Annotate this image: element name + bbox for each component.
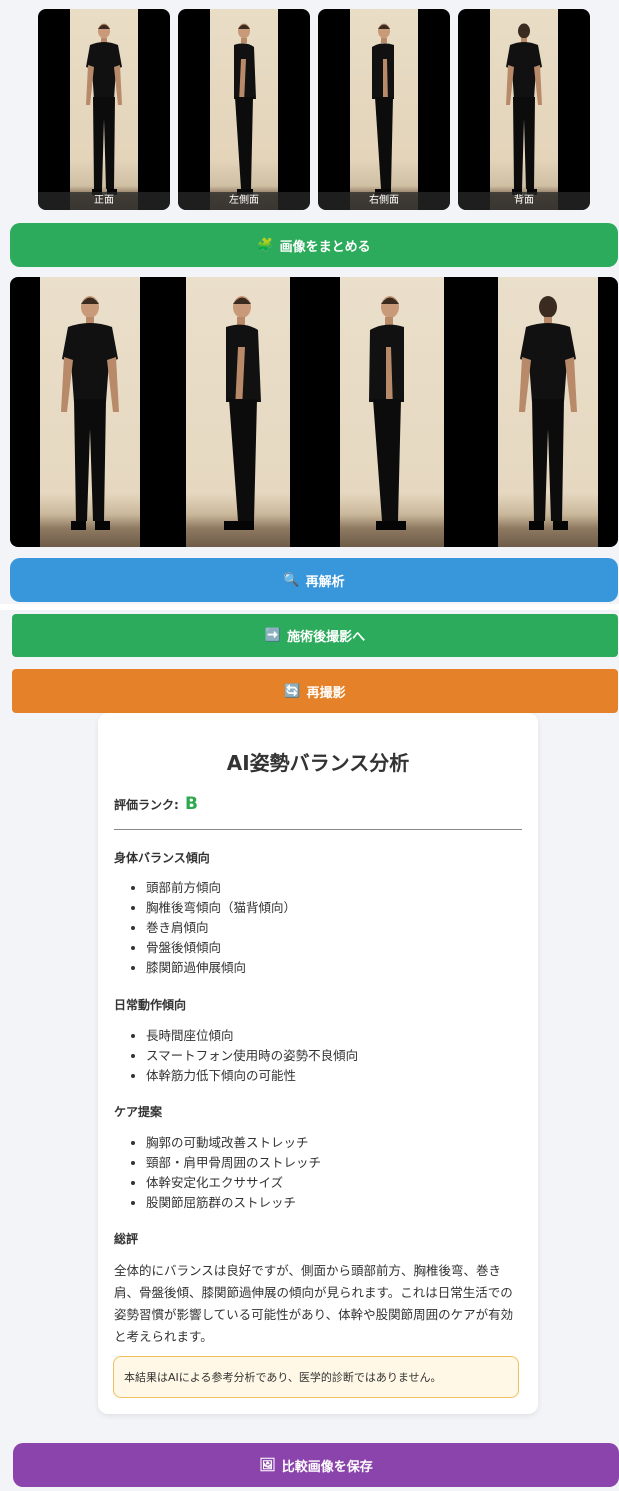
list-item: 体幹安定化エクササイズ <box>146 1173 321 1193</box>
puzzle-icon: 🧩 <box>257 237 274 253</box>
rank-row: 評価ランク: B <box>114 794 198 814</box>
daily-heading: 日常動作傾向 <box>114 998 187 1012</box>
person-back-figure <box>519 296 577 530</box>
care-list: 胸郭の可動域改善ストレッチ 頸部・肩甲骨周囲のストレッチ 体幹安定化エクササイズ… <box>114 1133 321 1213</box>
search-icon: 🔍 <box>283 572 300 588</box>
thumbnail-right-side[interactable]: 右側面 <box>318 9 450 210</box>
combined-panel-front <box>40 277 140 547</box>
person-right-figure <box>369 296 406 530</box>
analysis-title: AI姿勢バランス分析 <box>226 751 410 775</box>
thumbnail-left-side[interactable]: 左側面 <box>178 9 310 210</box>
person-front-figure <box>86 23 122 195</box>
list-item: 胸郭の可動域改善ストレッチ <box>146 1133 321 1153</box>
summary-heading: 総評 <box>114 1232 139 1246</box>
person-right-figure <box>372 23 394 195</box>
body-balance-list: 頭部前方傾向 胸椎後弯傾向（猫背傾向） 巻き肩傾向 骨盤後傾傾向 膝関節過伸展傾… <box>114 878 296 978</box>
analysis-card: AI姿勢バランス分析 評価ランク: B 身体バランス傾向 頭部前方傾向 胸椎後弯… <box>98 713 538 1414</box>
list-item: 頭部前方傾向 <box>146 878 296 898</box>
person-left-figure <box>224 296 261 530</box>
thumbnail-label: 右側面 <box>318 192 450 210</box>
thumbnail-label: 背面 <box>458 192 590 210</box>
thumbnail-front[interactable]: 正面 <box>38 9 170 210</box>
save-comparison-label: 比較画像を保存 <box>281 1459 373 1475</box>
arrow-right-icon: ➡️ <box>264 628 282 643</box>
photo-front <box>70 9 138 210</box>
rank-label: 評価ランク: <box>114 798 179 812</box>
separator <box>0 604 619 610</box>
thumbnail-back[interactable]: 背面 <box>458 9 590 210</box>
daily-list: 長時間座位傾向 スマートフォン使用時の姿勢不良傾向 体幹筋力低下傾向の可能性 <box>114 1026 358 1086</box>
reanalyze-label: 再解析 <box>305 574 345 590</box>
photo-back <box>490 9 558 210</box>
list-item: 体幹筋力低下傾向の可能性 <box>146 1066 358 1086</box>
combined-panel-left-side <box>186 277 290 547</box>
combined-panel-right-side <box>340 277 444 547</box>
list-item: 股関節屈筋群のストレッチ <box>146 1193 321 1213</box>
photo-right-side <box>350 9 418 210</box>
go-after-treatment-button[interactable]: ➡️ 施術後撮影へ <box>12 614 618 657</box>
rank-value: B <box>185 794 198 814</box>
retake-button[interactable]: 🔄 再撮影 <box>12 669 618 713</box>
summary-text: 全体的にバランスは良好ですが、側面から頭部前方、胸椎後弯、巻き肩、骨盤後傾、膝関… <box>114 1263 514 1344</box>
list-item: 巻き肩傾向 <box>146 918 296 938</box>
merge-images-button[interactable]: 🧩 画像をまとめる <box>10 223 618 267</box>
list-item: スマートフォン使用時の姿勢不良傾向 <box>146 1046 358 1066</box>
person-front-figure <box>61 296 119 530</box>
combined-panel-back <box>498 277 598 547</box>
photo-left-side <box>210 9 278 210</box>
list-item: 胸椎後弯傾向（猫背傾向） <box>146 898 296 918</box>
merge-images-label: 画像をまとめる <box>279 239 371 255</box>
person-left-figure <box>234 23 256 195</box>
combined-image <box>10 277 618 547</box>
person-back-figure <box>506 23 542 195</box>
refresh-icon: 🔄 <box>284 683 301 699</box>
image-icon: 🖼 <box>259 1457 276 1473</box>
list-item: 長時間座位傾向 <box>146 1026 358 1046</box>
care-heading: ケア提案 <box>114 1105 163 1119</box>
body-balance-heading: 身体バランス傾向 <box>114 851 210 865</box>
reanalyze-button[interactable]: 🔍 再解析 <box>10 558 618 602</box>
divider <box>114 829 522 830</box>
save-comparison-button[interactable]: 🖼 比較画像を保存 <box>13 1443 619 1487</box>
go-after-treatment-label: 施術後撮影へ <box>287 630 366 645</box>
list-item: 膝関節過伸展傾向 <box>146 958 296 978</box>
list-item: 頸部・肩甲骨周囲のストレッチ <box>146 1153 321 1173</box>
list-item: 骨盤後傾傾向 <box>146 938 296 958</box>
disclaimer: 本結果はAIによる参考分析であり、医学的診断ではありません。 <box>113 1356 519 1398</box>
thumbnail-label: 正面 <box>38 192 170 210</box>
pose-thumbnails: 正面 左側面 右側面 背面 <box>38 9 590 210</box>
thumbnail-label: 左側面 <box>178 192 310 210</box>
retake-label: 再撮影 <box>306 685 346 701</box>
